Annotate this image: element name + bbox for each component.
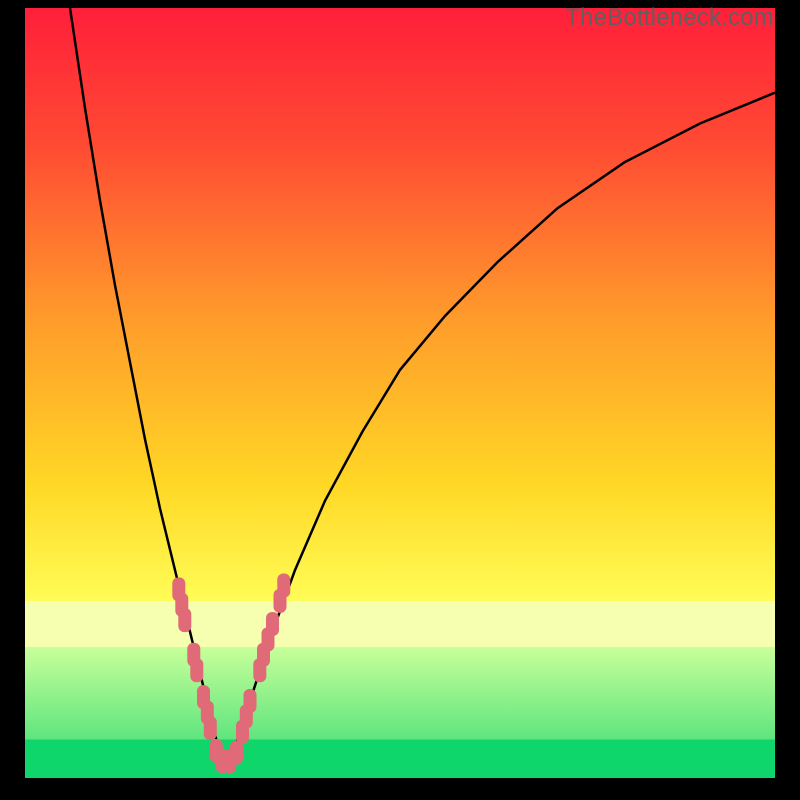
color-bands [25, 601, 775, 778]
marker-point [277, 574, 290, 598]
marker-point [266, 612, 279, 636]
band-lightgreen [25, 647, 775, 739]
watermark-text: TheBottleneck.com [565, 4, 774, 32]
marker-point [190, 658, 203, 682]
bottleneck-chart [25, 8, 775, 778]
marker-point [204, 716, 217, 740]
band-pale [25, 601, 775, 647]
marker-point [244, 689, 257, 713]
band-green [25, 740, 775, 779]
marker-point [230, 741, 243, 765]
marker-point [178, 608, 191, 632]
chart-frame [25, 8, 775, 778]
